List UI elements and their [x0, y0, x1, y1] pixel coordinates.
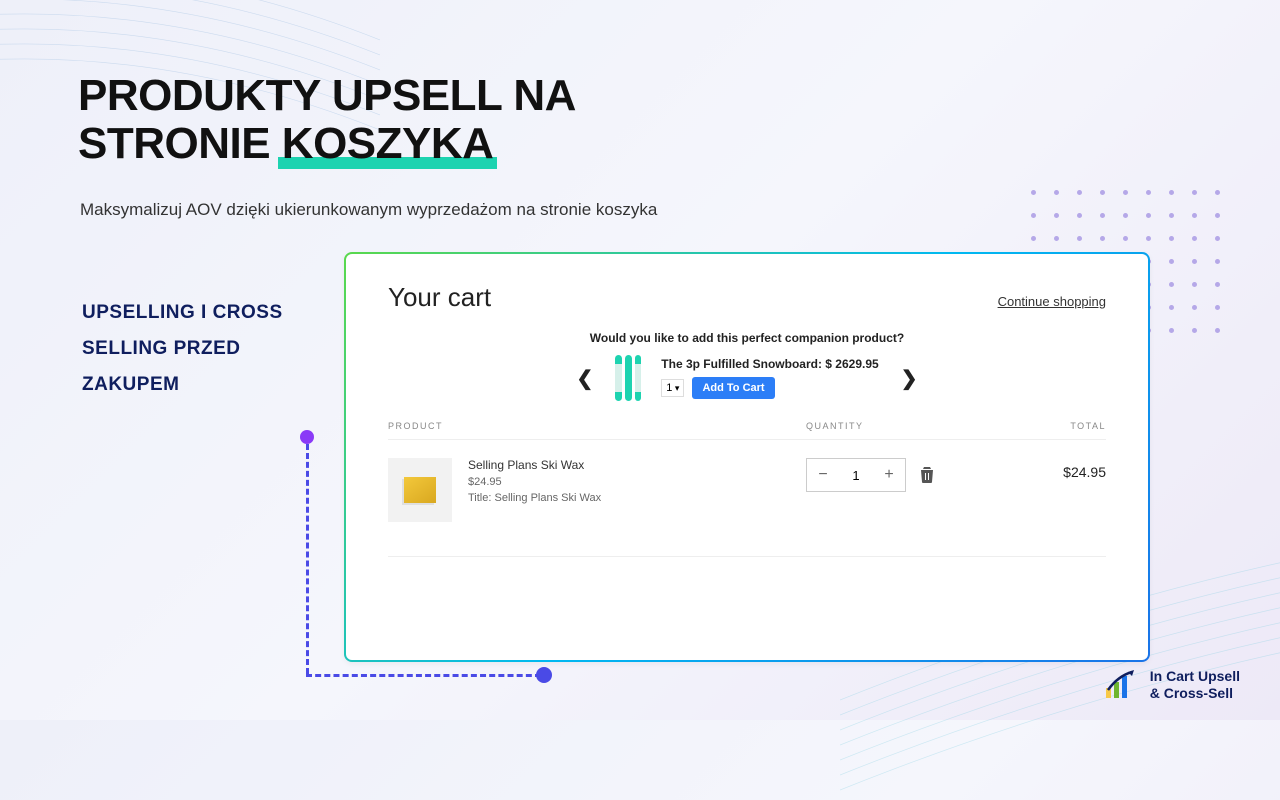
side-label-line2: SELLING PRZED	[82, 331, 283, 367]
carousel-next-icon[interactable]: ❯	[901, 366, 918, 391]
product-price: $24.95	[468, 476, 806, 488]
continue-shopping-link[interactable]: Continue shopping	[998, 294, 1106, 309]
trash-icon	[920, 467, 934, 483]
brand-line1: In Cart Upsell	[1150, 668, 1240, 685]
upsell-prompt: Would you like to add this perfect compa…	[388, 331, 1106, 345]
product-variant: Title: Selling Plans Ski Wax	[468, 492, 806, 504]
product-name: Selling Plans Ski Wax	[468, 458, 806, 472]
upsell-product-name: The 3p Fulfilled Snowboard: $ 2629.95	[661, 357, 878, 371]
side-label-line1: UPSELLING I CROSS	[82, 295, 283, 331]
hero-title-line2-prefix: STRONIE	[78, 119, 282, 168]
row-divider	[388, 556, 1106, 557]
add-to-cart-button[interactable]: Add To Cart	[692, 377, 774, 399]
cart-window: Your cart Continue shopping Would you li…	[344, 252, 1150, 662]
wax-block-icon	[404, 477, 436, 503]
hero-title-highlight: KOSZYKA	[282, 120, 494, 168]
carousel-prev-icon[interactable]: ❮	[577, 366, 594, 391]
cart-title: Your cart	[388, 282, 491, 313]
cart-item-row: Selling Plans Ski Wax $24.95 Title: Sell…	[388, 440, 1106, 540]
qty-increase-button[interactable]: +	[873, 459, 905, 491]
qty-value: 1	[839, 468, 873, 483]
col-header-product: PRODUCT	[388, 421, 806, 431]
col-header-quantity: QUANTITY	[806, 421, 1006, 431]
upsell-block: Would you like to add this perfect compa…	[388, 331, 1106, 401]
upsell-qty-select[interactable]: 1	[661, 379, 684, 397]
line-total: $24.95	[1006, 458, 1106, 480]
hero-title-line1: PRODUKTY UPSELL NA	[78, 71, 576, 120]
brand-text: In Cart Upsell & Cross-Sell	[1150, 668, 1240, 702]
brand-logo: In Cart Upsell & Cross-Sell	[1104, 668, 1240, 702]
quantity-stepper: − 1 +	[806, 458, 906, 492]
remove-item-button[interactable]	[920, 467, 934, 483]
hero-title: PRODUKTY UPSELL NA STRONIE KOSZYKA	[78, 72, 576, 167]
brand-line2: & Cross-Sell	[1150, 685, 1240, 702]
brand-logo-icon	[1104, 670, 1140, 700]
product-thumb	[388, 458, 452, 522]
side-label: UPSELLING I CROSS SELLING PRZED ZAKUPEM	[82, 295, 283, 403]
hero-subtitle: Maksymalizuj AOV dzięki ukierunkowanym w…	[80, 200, 657, 220]
qty-decrease-button[interactable]: −	[807, 459, 839, 491]
upsell-product-thumb	[615, 355, 641, 401]
side-label-line3: ZAKUPEM	[82, 367, 283, 403]
col-header-total: TOTAL	[1006, 421, 1106, 431]
cart-table-header: PRODUCT QUANTITY TOTAL	[388, 421, 1106, 440]
